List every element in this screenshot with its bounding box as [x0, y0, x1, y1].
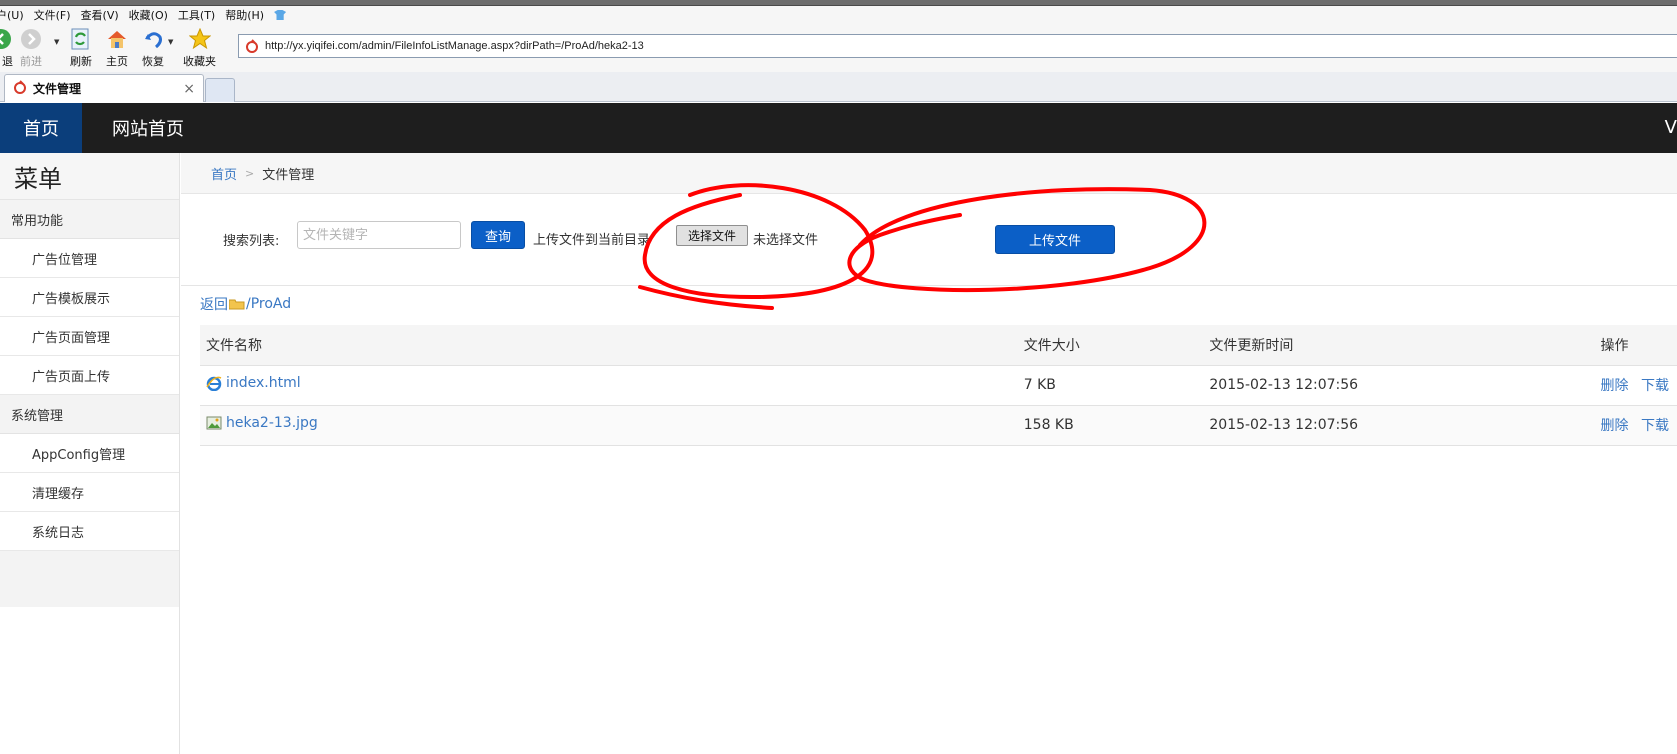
search-input[interactable] [297, 221, 461, 249]
restore-button[interactable]: 恢复 [142, 28, 164, 69]
forward-button[interactable]: 前进 [20, 28, 42, 69]
column-header-name: 文件名称 [200, 325, 1024, 366]
restore-label: 恢复 [142, 55, 164, 68]
file-table: 文件名称 文件大小 文件更新时间 操作 index.html 7 KB 2015… [200, 325, 1677, 446]
breadcrumb-separator-icon: > [245, 166, 255, 180]
tab-favicon-icon [13, 80, 27, 97]
tab-file-management[interactable]: 文件管理 × [4, 74, 204, 102]
upload-file-button[interactable]: 上传文件 [995, 225, 1115, 254]
menu-item-favorites[interactable]: 收藏(O) [129, 7, 168, 23]
browser-menubar: 户(U) 文件(F) 查看(V) 收藏(O) 工具(T) 帮助(H) [0, 6, 1677, 24]
refresh-icon [70, 28, 92, 50]
menu-item-tools[interactable]: 工具(T) [178, 7, 215, 23]
back-link[interactable]: 返回 [200, 294, 228, 314]
sidebar-item-ad-slots[interactable]: 广告位管理 [0, 239, 179, 278]
skin-shirt-icon[interactable] [274, 10, 287, 20]
file-link-jpg[interactable]: heka2-13.jpg [206, 415, 318, 431]
menu-item-user[interactable]: 户(U) [0, 7, 24, 23]
tab-close-icon[interactable]: × [183, 81, 195, 97]
ie-html-icon [206, 375, 222, 392]
breadcrumb-home[interactable]: 首页 [211, 164, 237, 183]
restore-dropdown-icon[interactable]: ▼ [168, 38, 173, 46]
nav-home[interactable]: 首页 [0, 103, 82, 153]
menu-item-file[interactable]: 文件(F) [34, 7, 71, 23]
star-icon [188, 28, 211, 50]
sidebar-item-ad-pages[interactable]: 广告页面管理 [0, 317, 179, 356]
table-header-row: 文件名称 文件大小 文件更新时间 操作 [200, 325, 1677, 366]
nav-site-home[interactable]: 网站首页 [112, 103, 184, 153]
column-header-ops: 操作 [1600, 325, 1677, 366]
sidebar: 菜单 常用功能 广告位管理 广告模板展示 广告页面管理 广告页面上传 系统管理 … [0, 153, 180, 754]
back-label: 退 [2, 55, 13, 68]
upload-label: 上传文件到当前目录 [533, 233, 651, 248]
house-icon [106, 28, 128, 50]
file-link-index[interactable]: index.html [206, 375, 301, 392]
sidebar-group-common[interactable]: 常用功能 [0, 200, 179, 239]
file-size: 158 KB [1023, 405, 1210, 446]
search-upload-panel: 搜索列表: 查询 上传文件到当前目录 选择文件 未选择文件 上传文件 [181, 194, 1677, 286]
new-tab-button[interactable] [205, 78, 235, 102]
file-time: 2015-02-13 12:07:56 [1209, 405, 1601, 446]
home-label: 主页 [106, 55, 128, 68]
search-label: 搜索列表: [223, 234, 280, 249]
tab-title: 文件管理 [33, 82, 82, 96]
home-button[interactable]: 主页 [106, 28, 128, 69]
delete-link[interactable]: 删除 [1601, 378, 1629, 394]
favorites-button[interactable]: 收藏夹 [183, 28, 216, 69]
download-link[interactable]: 下载 [1641, 418, 1669, 434]
address-bar[interactable]: http://yx.yiqifei.com/admin/FileInfoList… [238, 34, 1677, 58]
delete-link[interactable]: 删除 [1601, 418, 1629, 434]
menu-item-help[interactable]: 帮助(H) [225, 7, 264, 23]
table-row: index.html 7 KB 2015-02-13 12:07:56 删除 下… [200, 365, 1677, 406]
back-arrow-icon [0, 28, 12, 50]
page-favicon-icon [245, 39, 259, 53]
menu-item-view[interactable]: 查看(V) [81, 7, 119, 23]
file-size: 7 KB [1023, 365, 1210, 406]
file-name[interactable]: heka2-13.jpg [226, 415, 318, 431]
download-link[interactable]: 下载 [1641, 378, 1669, 394]
sidebar-footer [0, 551, 179, 607]
image-file-icon [206, 415, 222, 431]
column-header-size: 文件大小 [1023, 325, 1210, 366]
file-name[interactable]: index.html [226, 375, 301, 391]
directory-path: 返回 /ProAd [200, 294, 291, 314]
sidebar-group-system[interactable]: 系统管理 [0, 395, 179, 434]
column-header-time: 文件更新时间 [1209, 325, 1601, 366]
breadcrumb: 首页 > 文件管理 [181, 153, 1677, 194]
file-time: 2015-02-13 12:07:56 [1209, 365, 1601, 406]
favorites-label: 收藏夹 [183, 55, 216, 68]
refresh-label: 刷新 [70, 55, 92, 68]
table-row: heka2-13.jpg 158 KB 2015-02-13 12:07:56 … [200, 405, 1677, 446]
forward-label: 前进 [20, 55, 42, 68]
browser-tabbar: 文件管理 × [0, 72, 1677, 102]
folder-icon [228, 298, 245, 310]
sidebar-item-appconfig[interactable]: AppConfig管理 [0, 434, 179, 473]
sidebar-item-system-log[interactable]: 系统日志 [0, 512, 179, 551]
choose-file-button[interactable]: 选择文件 [676, 225, 748, 246]
undo-arrow-icon [142, 28, 164, 50]
sidebar-item-ad-upload[interactable]: 广告页面上传 [0, 356, 179, 395]
no-file-selected-text: 未选择文件 [753, 233, 819, 248]
back-button[interactable]: 退 [0, 28, 13, 69]
refresh-button[interactable]: 刷新 [70, 28, 92, 69]
current-path-link[interactable]: /ProAd [246, 296, 291, 312]
address-url[interactable]: http://yx.yiqifei.com/admin/FileInfoList… [265, 40, 644, 52]
query-button[interactable]: 查询 [471, 221, 525, 249]
forward-dropdown-icon[interactable]: ▼ [54, 38, 59, 46]
header-user-menu[interactable]: V [1665, 117, 1677, 138]
forward-arrow-icon [20, 28, 42, 50]
sidebar-item-ad-templates[interactable]: 广告模板展示 [0, 278, 179, 317]
app-header: 首页 网站首页 V [0, 103, 1677, 153]
sidebar-title: 菜单 [0, 153, 179, 200]
breadcrumb-current: 文件管理 [262, 167, 315, 183]
sidebar-item-clear-cache[interactable]: 清理缓存 [0, 473, 179, 512]
